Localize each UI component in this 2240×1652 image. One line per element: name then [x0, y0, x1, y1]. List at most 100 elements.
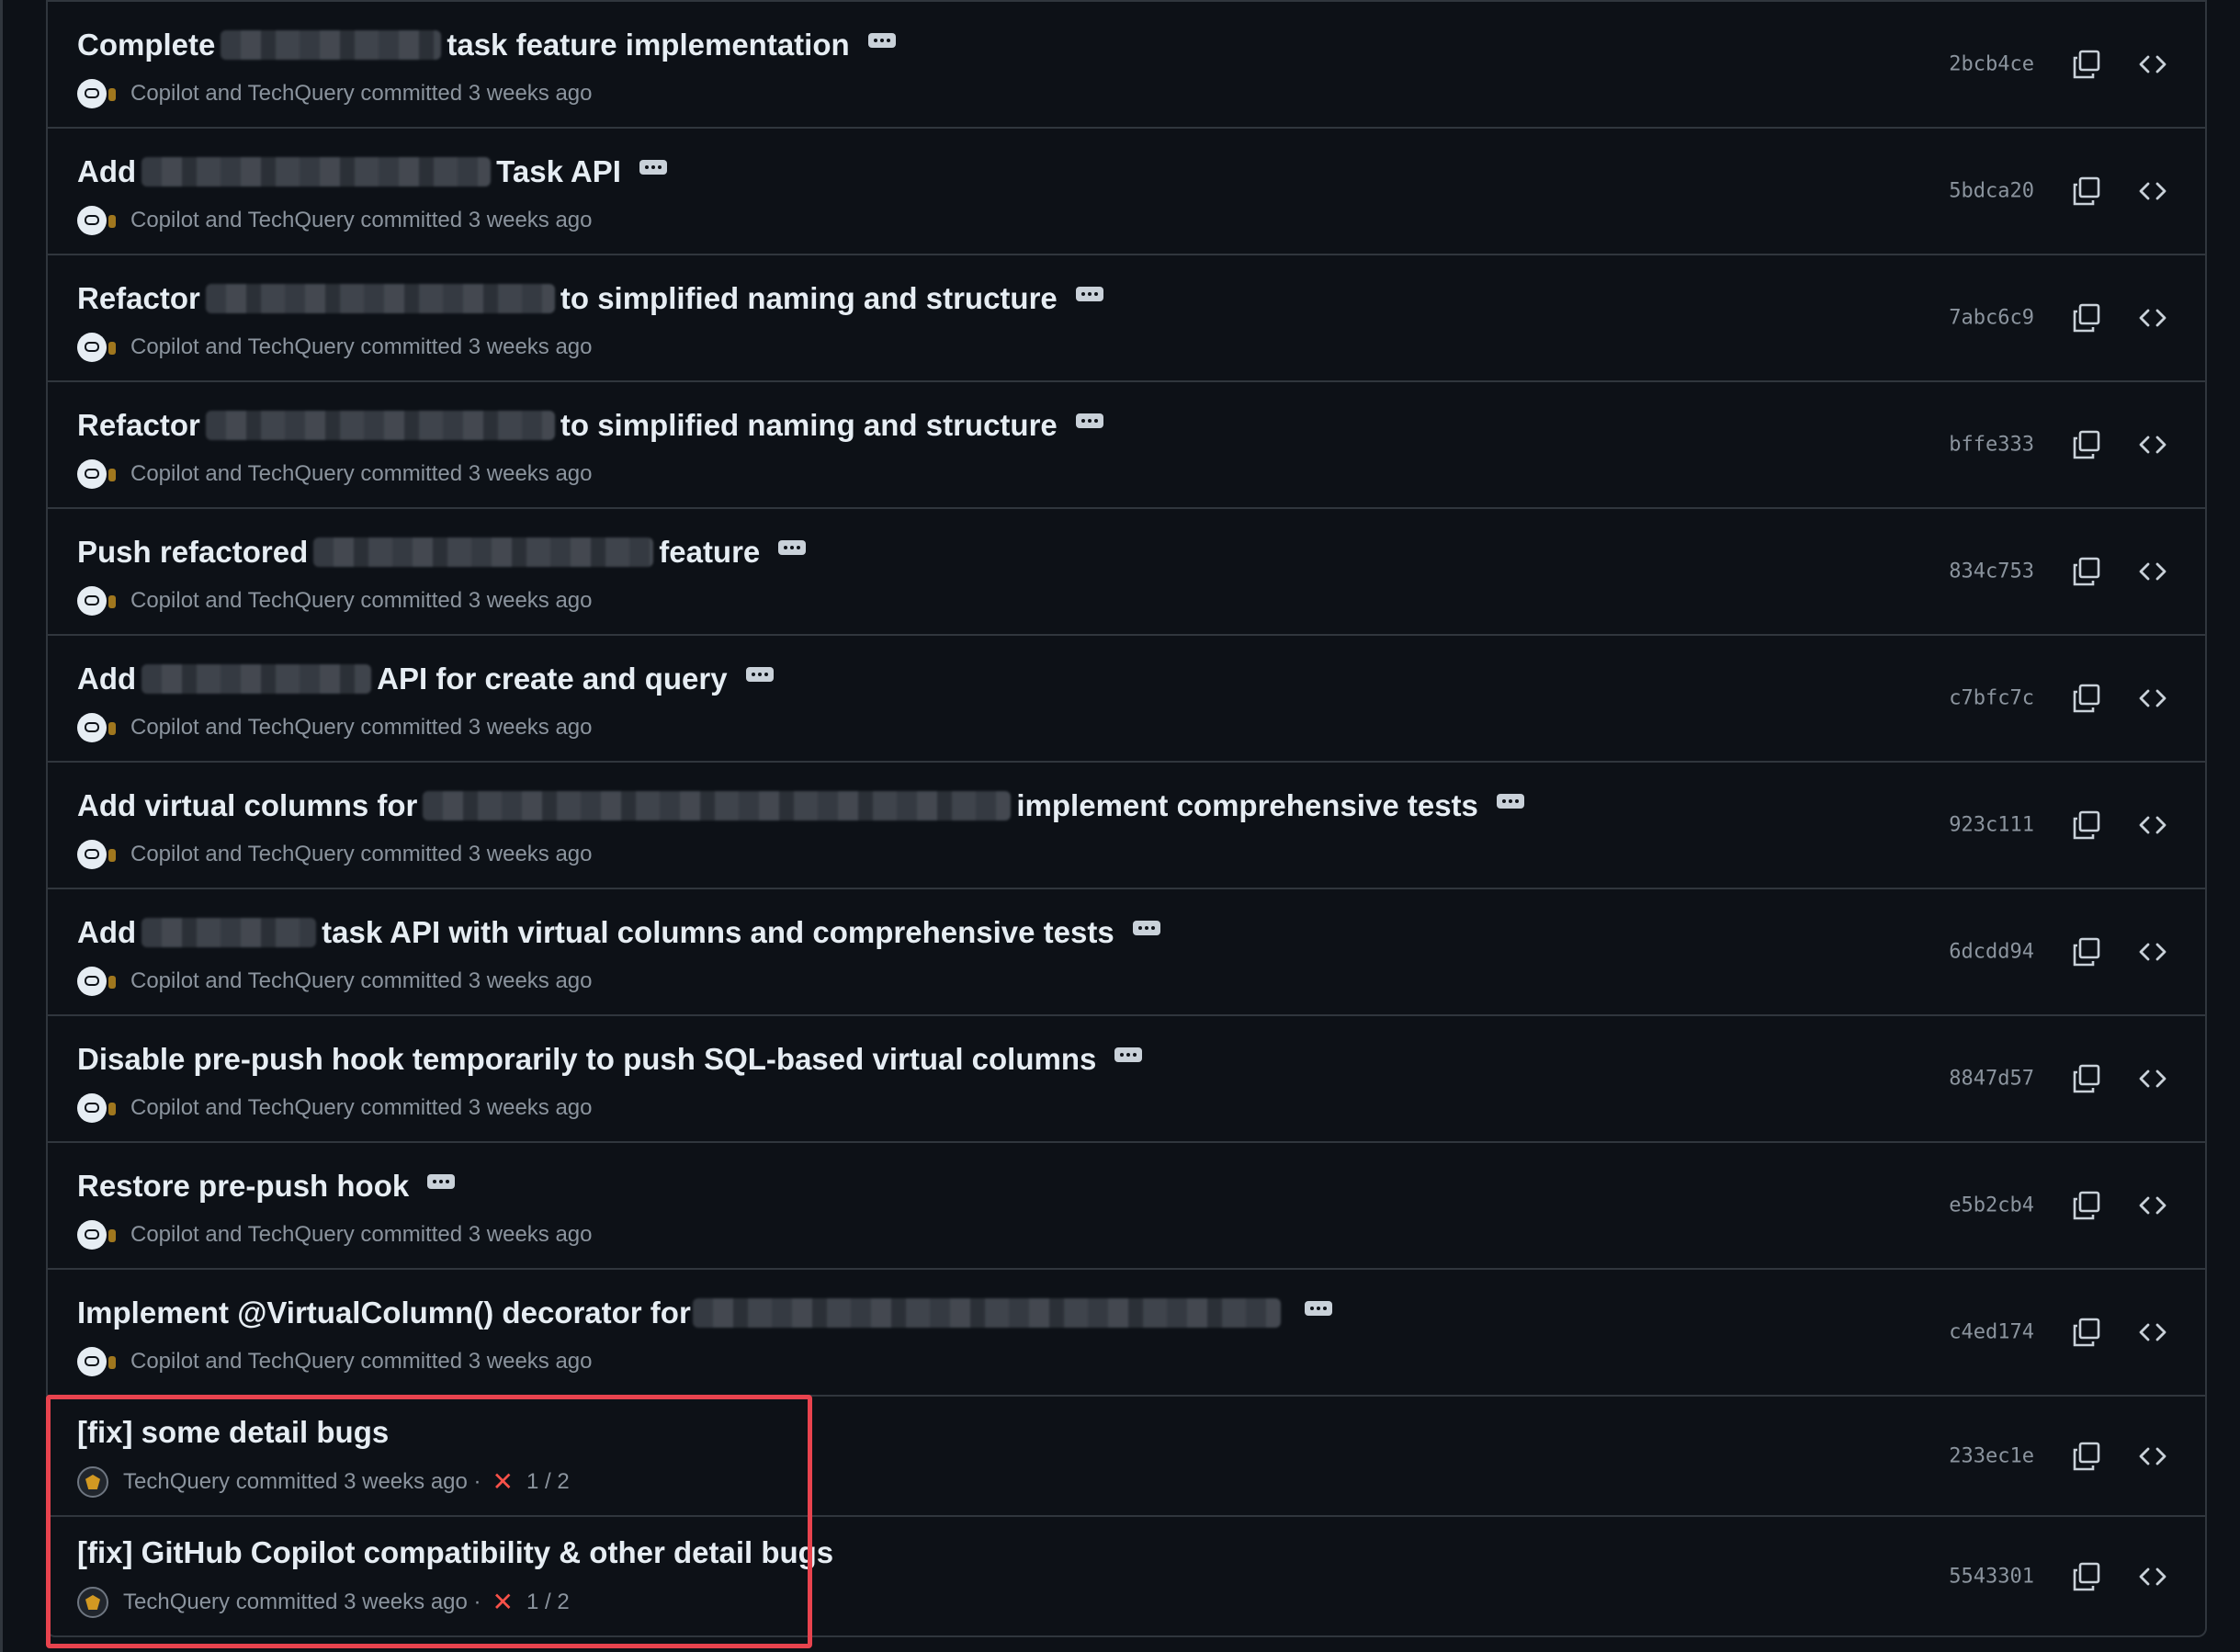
ellipsis-icon[interactable]	[1496, 794, 1524, 809]
commit-message-end[interactable]: task API with virtual columns and compre…	[322, 915, 1114, 950]
commit-sha[interactable]: 5543301	[1949, 1565, 2034, 1588]
commit-authors[interactable]: Copilot and TechQuery	[130, 334, 355, 360]
commit-authors[interactable]: Copilot and TechQuery	[130, 1095, 355, 1121]
ellipsis-icon[interactable]	[1132, 921, 1160, 935]
copilot-avatar[interactable]	[77, 459, 116, 489]
commit-message[interactable]: Implement @VirtualColumn() decorator for	[77, 1296, 1332, 1330]
browse-files-button[interactable]	[2137, 556, 2168, 587]
commit-message-end[interactable]: API for create and query	[377, 662, 727, 696]
commit-message-start[interactable]: Add	[77, 154, 136, 189]
commit-authors[interactable]: Copilot and TechQuery	[130, 842, 355, 867]
copilot-avatar[interactable]	[77, 79, 116, 108]
checks-status[interactable]: 1 / 2	[526, 1590, 570, 1615]
commit-message[interactable]: Add API for create and query	[77, 662, 774, 696]
copilot-avatar[interactable]	[77, 967, 116, 996]
browse-files-button[interactable]	[2137, 1190, 2168, 1221]
commit-authors[interactable]: Copilot and TechQuery	[130, 588, 355, 614]
ellipsis-icon[interactable]	[1114, 1047, 1143, 1062]
x-icon[interactable]: ✕	[492, 1469, 514, 1495]
copy-sha-button[interactable]	[2071, 429, 2102, 460]
commit-message-start[interactable]: Add	[77, 662, 136, 696]
copilot-avatar[interactable]	[77, 333, 116, 362]
copilot-avatar[interactable]	[77, 713, 116, 742]
browse-files-button[interactable]	[2137, 302, 2168, 334]
copy-sha-button[interactable]	[2071, 683, 2102, 714]
copy-sha-button[interactable]	[2071, 1063, 2102, 1094]
copy-sha-button[interactable]	[2071, 1561, 2102, 1592]
commit-authors[interactable]: Copilot and TechQuery	[130, 1222, 355, 1248]
ellipsis-icon[interactable]	[427, 1174, 456, 1189]
browse-files-button[interactable]	[2137, 1441, 2168, 1472]
commit-sha[interactable]: c4ed174	[1949, 1321, 2034, 1344]
commit-message-start[interactable]: Push refactored	[77, 535, 308, 570]
commit-authors[interactable]: Copilot and TechQuery	[130, 715, 355, 741]
commit-sha[interactable]: 233ec1e	[1949, 1444, 2034, 1467]
commit-authors[interactable]: Copilot and TechQuery	[130, 968, 355, 994]
commit-authors[interactable]: Copilot and TechQuery	[130, 81, 355, 107]
commit-message-end[interactable]: to simplified naming and structure	[560, 281, 1058, 316]
copy-sha-button[interactable]	[2071, 49, 2102, 80]
browse-files-button[interactable]	[2137, 1561, 2168, 1592]
commit-message-end[interactable]: feature	[659, 535, 760, 570]
commit-authors[interactable]: Copilot and TechQuery	[130, 461, 355, 487]
commit-message[interactable]: Add task API with virtual columns and co…	[77, 915, 1160, 950]
commit-message-start[interactable]: Add	[77, 915, 136, 950]
copilot-avatar[interactable]	[77, 206, 116, 235]
commit-message-start[interactable]: Refactor	[77, 408, 200, 443]
commit-message-end[interactable]: task feature implementation	[447, 28, 849, 62]
commit-message-end[interactable]: to simplified naming and structure	[560, 408, 1058, 443]
commit-message-start[interactable]: [fix] GitHub Copilot compatibility & oth…	[77, 1535, 833, 1570]
copy-sha-button[interactable]	[2071, 556, 2102, 587]
copilot-avatar[interactable]	[77, 1347, 116, 1376]
copy-sha-button[interactable]	[2071, 1441, 2102, 1472]
commit-sha[interactable]: 923c111	[1949, 814, 2034, 837]
commit-message[interactable]: Refactor to simplified naming and struct…	[77, 281, 1103, 316]
techquery-avatar[interactable]	[77, 1587, 108, 1618]
ellipsis-icon[interactable]	[1075, 413, 1103, 428]
browse-files-button[interactable]	[2137, 936, 2168, 967]
techquery-avatar[interactable]	[77, 1466, 108, 1498]
commit-sha[interactable]: e5b2cb4	[1949, 1194, 2034, 1217]
commit-sha[interactable]: bffe333	[1949, 434, 2034, 457]
copy-sha-button[interactable]	[2071, 1317, 2102, 1348]
commit-message-end[interactable]: implement comprehensive tests	[1016, 788, 1478, 823]
commit-authors[interactable]: Copilot and TechQuery	[130, 208, 355, 233]
ellipsis-icon[interactable]	[1304, 1301, 1332, 1316]
commit-message-start[interactable]: Refactor	[77, 281, 200, 316]
commit-message[interactable]: Add Task API	[77, 154, 667, 189]
copilot-avatar[interactable]	[77, 840, 116, 869]
browse-files-button[interactable]	[2137, 1063, 2168, 1094]
commit-message-start[interactable]: [fix] some detail bugs	[77, 1415, 389, 1450]
browse-files-button[interactable]	[2137, 175, 2168, 207]
commit-message[interactable]: Restore pre-push hook	[77, 1169, 456, 1204]
copy-sha-button[interactable]	[2071, 175, 2102, 207]
commit-message[interactable]: Push refactored feature	[77, 535, 807, 570]
browse-files-button[interactable]	[2137, 683, 2168, 714]
browse-files-button[interactable]	[2137, 429, 2168, 460]
browse-files-button[interactable]	[2137, 1317, 2168, 1348]
commit-authors[interactable]: Copilot and TechQuery	[130, 1349, 355, 1375]
commit-sha[interactable]: 7abc6c9	[1949, 307, 2034, 330]
browse-files-button[interactable]	[2137, 809, 2168, 841]
ellipsis-icon[interactable]	[745, 667, 774, 682]
commit-message-start[interactable]: Restore pre-push hook	[77, 1169, 409, 1204]
commit-message[interactable]: Refactor to simplified naming and struct…	[77, 408, 1103, 443]
commit-sha[interactable]: 2bcb4ce	[1949, 53, 2034, 76]
ellipsis-icon[interactable]	[1075, 287, 1103, 301]
checks-status[interactable]: 1 / 2	[526, 1469, 570, 1495]
commit-message-start[interactable]: Implement @VirtualColumn() decorator for	[77, 1296, 691, 1330]
commit-message[interactable]: [fix] GitHub Copilot compatibility & oth…	[77, 1535, 833, 1570]
commit-sha[interactable]: 834c753	[1949, 560, 2034, 583]
commit-sha[interactable]: c7bfc7c	[1949, 687, 2034, 710]
copy-sha-button[interactable]	[2071, 936, 2102, 967]
commit-message-start[interactable]: Add virtual columns for	[77, 788, 417, 823]
copilot-avatar[interactable]	[77, 1220, 116, 1250]
commit-sha[interactable]: 8847d57	[1949, 1068, 2034, 1091]
commit-message-start[interactable]: Complete	[77, 28, 215, 62]
copilot-avatar[interactable]	[77, 1093, 116, 1123]
commit-message-start[interactable]: Disable pre-push hook temporarily to pus…	[77, 1042, 1096, 1077]
commit-message[interactable]: [fix] some detail bugs	[77, 1415, 389, 1450]
copy-sha-button[interactable]	[2071, 302, 2102, 334]
x-icon[interactable]: ✕	[492, 1590, 514, 1615]
ellipsis-icon[interactable]	[778, 540, 807, 555]
